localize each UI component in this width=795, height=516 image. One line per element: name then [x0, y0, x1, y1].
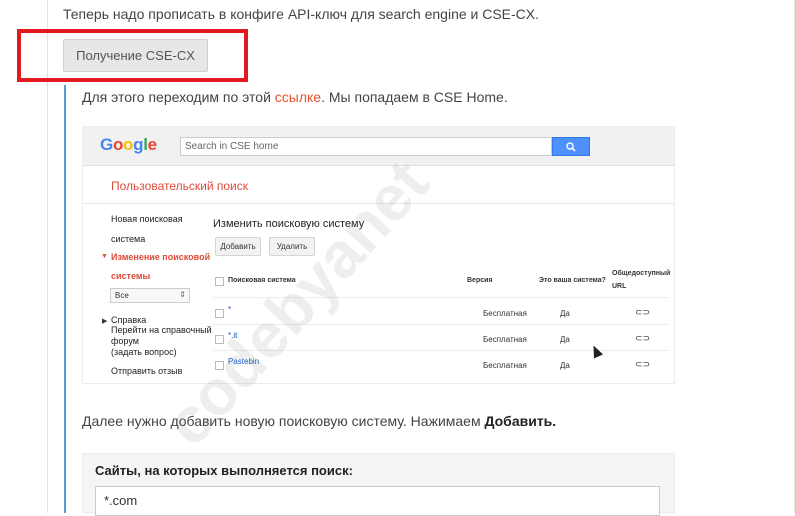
sidebar-new-engine-line2[interactable]: система: [111, 229, 145, 249]
sites-input[interactable]: *.com: [95, 486, 660, 516]
google-logo: Google: [100, 135, 157, 155]
sites-form: Сайты, на которых выполняется поиск: *.c…: [82, 453, 675, 516]
edit-engine-title: Изменить поисковую систему: [213, 218, 365, 230]
engine-version: Бесплатная: [483, 309, 527, 318]
row-checkbox[interactable]: [215, 309, 224, 318]
header-line: Общедоступный: [612, 270, 671, 277]
column-header-public-url[interactable]: Общедоступный URL: [612, 269, 670, 292]
spoiler-accent-rule: [64, 85, 66, 513]
logo-letter: o: [112, 135, 124, 154]
header-line: URL: [612, 283, 627, 290]
logo-letter: e: [147, 135, 157, 154]
cse-link[interactable]: ссылке: [275, 89, 321, 105]
sidebar-edit-engine-line2[interactable]: системы: [111, 266, 150, 286]
logo-letter: g: [133, 135, 144, 154]
sidebar-feedback[interactable]: Отправить отзыв: [111, 361, 182, 381]
column-header-engine[interactable]: Поисковая система: [228, 276, 296, 286]
text-part: Для этого переходим по этой: [82, 89, 275, 105]
paragraph-go-link: Для этого переходим по этой ссылке. Мы п…: [82, 89, 508, 105]
engine-filter-select[interactable]: Все ⇕: [110, 288, 190, 303]
divider: [83, 203, 674, 204]
engine-link[interactable]: Pastebin: [228, 357, 259, 366]
paragraph-add-engine: Далее нужно добавить новую поисковую сис…: [82, 413, 556, 429]
mouse-cursor-icon: [588, 343, 604, 359]
cse-search-button[interactable]: [552, 137, 590, 156]
highlight-frame: [17, 29, 248, 82]
cse-search-input[interactable]: Search in CSE home: [180, 137, 552, 156]
engine-yours: Да: [560, 335, 570, 344]
bold-add-label: Добавить.: [484, 413, 557, 429]
caret-down-icon: ▼: [101, 253, 108, 260]
link-icon[interactable]: ⊂⊃: [635, 307, 650, 318]
search-icon: [566, 141, 576, 152]
caret-right-icon: ▶: [102, 318, 108, 325]
engine-yours: Да: [560, 361, 570, 370]
engine-yours: Да: [560, 309, 570, 318]
link-icon[interactable]: ⊂⊃: [635, 333, 650, 344]
engine-version: Бесплатная: [483, 361, 527, 370]
add-engine-button[interactable]: Добавить: [215, 237, 261, 256]
text-part: Далее нужно добавить новую поисковую сис…: [82, 413, 485, 429]
sidebar-new-engine[interactable]: Новая поисковая: [111, 209, 183, 229]
engine-version: Бесплатная: [483, 335, 527, 344]
column-header-yours[interactable]: Это ваша система?: [539, 276, 606, 286]
column-header-version[interactable]: Версия: [467, 276, 493, 286]
intro-text: Теперь надо прописать в конфиге API-ключ…: [63, 6, 540, 22]
text-part: . Мы попадаем в CSE Home.: [321, 89, 508, 105]
row-divider: [213, 297, 668, 298]
sites-label: Сайты, на которых выполняется поиск:: [95, 463, 353, 478]
select-value: Все: [115, 291, 129, 300]
select-arrows-icon: ⇕: [179, 290, 186, 299]
row-divider: [213, 324, 668, 325]
link-icon[interactable]: ⊂⊃: [635, 359, 650, 370]
engine-link[interactable]: *.it: [228, 331, 237, 340]
row-checkbox[interactable]: [215, 361, 224, 370]
delete-engine-button[interactable]: Удалить: [269, 237, 315, 256]
cse-header: Google Search in CSE home: [83, 127, 674, 166]
cse-section-title: Пользовательский поиск: [111, 179, 248, 193]
sidebar-forum[interactable]: Перейти на справочный форум (задать вопр…: [111, 325, 212, 358]
forum-line: (задать вопрос): [111, 347, 177, 357]
logo-letter: G: [100, 135, 113, 154]
select-all-checkbox[interactable]: [215, 277, 224, 286]
forum-line: Перейти на справочный: [111, 325, 212, 335]
engine-link[interactable]: *: [228, 305, 231, 314]
forum-line: форум: [111, 336, 139, 346]
logo-letter: o: [123, 135, 134, 154]
cse-home-screenshot: Google Search in CSE home Пользовательск…: [82, 126, 675, 384]
row-checkbox[interactable]: [215, 335, 224, 344]
sidebar-edit-engine[interactable]: Изменение поисковой: [111, 247, 210, 267]
